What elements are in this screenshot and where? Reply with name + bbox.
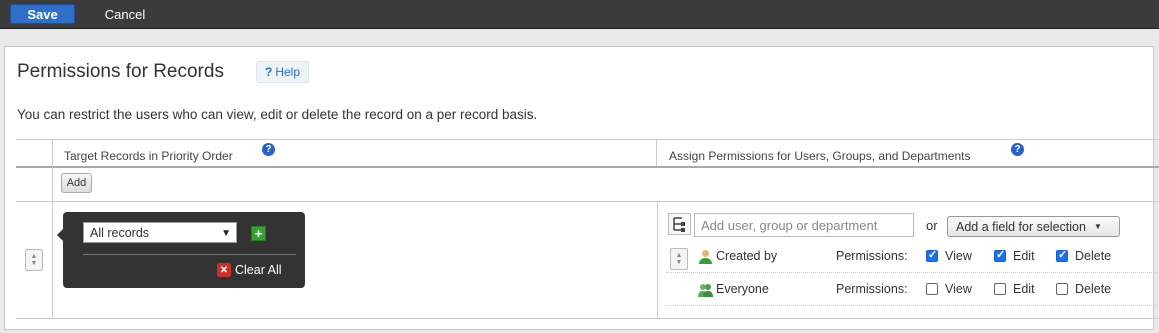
edit-checkbox[interactable] (994, 248, 1006, 262)
record-reorder-handle[interactable]: ▲ ▼ (25, 249, 43, 271)
view-label: View (945, 282, 972, 296)
close-icon: ✕ (217, 263, 231, 277)
user-group-department-input[interactable]: Add user, group or department (694, 213, 914, 237)
add-field-label: Add a field for selection (956, 219, 1086, 234)
clear-all-label: Clear All (235, 263, 282, 277)
permissions-label: Permissions: (836, 249, 908, 263)
user-icon (699, 250, 712, 264)
save-button[interactable]: Save (10, 4, 75, 24)
help-link[interactable]: ? Help (256, 61, 310, 83)
page-description: You can restrict the users who can view,… (17, 107, 538, 122)
col-assign-permissions-header: Assign Permissions for Users, Groups, an… (669, 149, 971, 163)
permission-reorder-handle[interactable]: ▲ ▼ (670, 248, 688, 270)
group-icon (698, 284, 713, 297)
entity-name: Everyone (716, 282, 769, 296)
view-checkbox[interactable] (926, 248, 938, 262)
delete-checkbox[interactable] (1056, 248, 1068, 262)
edit-label: Edit (1013, 282, 1035, 296)
add-field-dropdown[interactable]: Add a field for selection ▼ (947, 216, 1120, 237)
add-condition-icon[interactable]: + (251, 226, 266, 241)
delete-label: Delete (1075, 282, 1112, 296)
table-header: Target Records in Priority Order ? Assig… (16, 139, 1159, 168)
entity-name: Created by (716, 249, 778, 263)
delete-label: Delete (1075, 249, 1112, 263)
condition-select-value: All records (90, 225, 150, 240)
edit-label: Edit (1013, 249, 1035, 263)
add-record-button[interactable]: Add (61, 173, 92, 193)
target-records-help-icon[interactable]: ? (262, 143, 275, 156)
help-question-icon: ? (265, 65, 273, 79)
record-condition-select[interactable]: All records ▼ (83, 222, 237, 243)
permissions-label: Permissions: (836, 282, 908, 296)
col-target-records-header: Target Records in Priority Order (64, 149, 233, 163)
page-title: Permissions for Records (17, 61, 224, 82)
view-checkbox[interactable] (926, 283, 938, 295)
help-label: Help (275, 65, 301, 79)
clear-all-button[interactable]: ✕ Clear All (217, 261, 282, 279)
view-label: View (945, 249, 972, 263)
top-toolbar: Save Cancel (0, 0, 1159, 29)
condition-divider (83, 254, 296, 255)
permission-row-everyone: Everyone Permissions: View Edit Delete (666, 273, 1159, 306)
org-chart-picker-icon[interactable] (668, 213, 691, 235)
add-row: Add (16, 167, 1159, 202)
dropdown-arrow-icon: ▼ (221, 228, 231, 239)
dropdown-arrow-icon: ▼ (1093, 222, 1102, 231)
cancel-button[interactable]: Cancel (95, 4, 155, 24)
delete-checkbox[interactable] (1056, 283, 1068, 295)
assign-permissions-help-icon[interactable]: ? (1011, 143, 1024, 156)
condition-box: All records ▼ + ✕ Clear All (57, 212, 305, 288)
edit-checkbox[interactable] (994, 283, 1006, 295)
or-label: or (926, 218, 938, 233)
permission-row-created-by: ▲▼ Created by Permissions: View Edit Del… (666, 240, 1159, 273)
